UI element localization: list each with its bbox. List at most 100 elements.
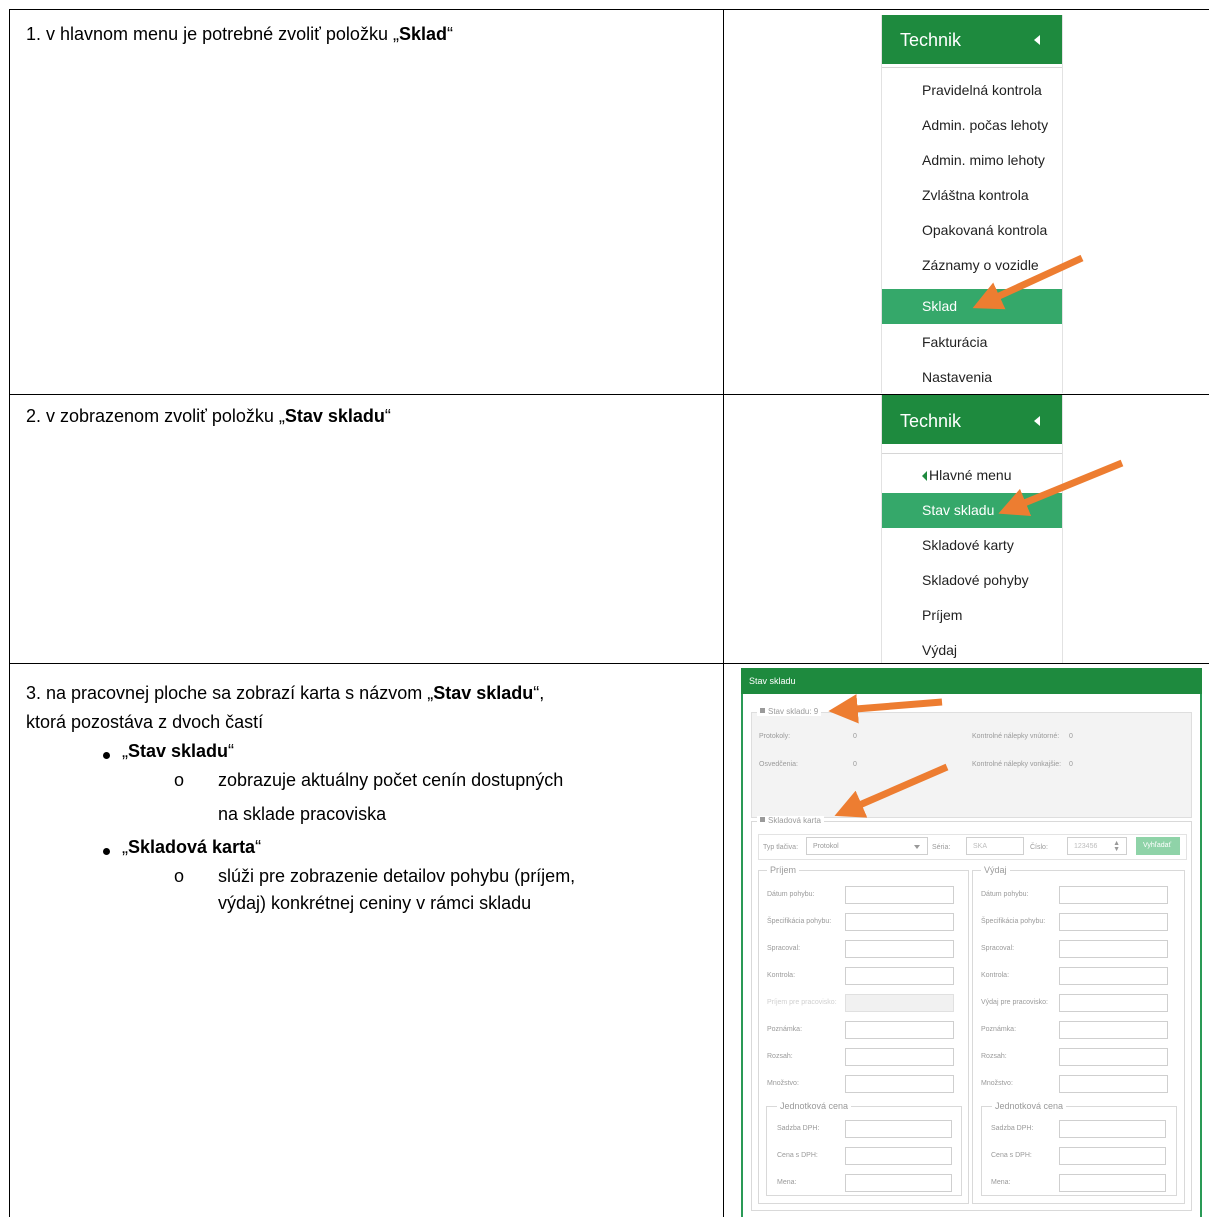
sub-bullet-text: na sklade pracoviska: [218, 804, 387, 824]
osvedcenia-value: 0: [853, 761, 857, 768]
main-menu-panel: Technik Pravidelná kontrola Admin. počas…: [881, 15, 1063, 393]
menu-item-hlavne-menu[interactable]: Hlavné menu: [882, 458, 1062, 493]
vydaj-kontrola-label: Kontrola:: [981, 972, 1010, 979]
typ-tlaciva-select[interactable]: Protokol: [806, 837, 928, 855]
vydaj-mena-label: Mena:: [991, 1179, 1011, 1186]
menu-item-admin-pocas-lehoty[interactable]: Admin. počas lehoty: [882, 108, 1062, 143]
menu-item-skladove-karty[interactable]: Skladové karty: [882, 528, 1062, 563]
bullet-icon: [103, 848, 110, 855]
menu-item-opakovana-kontrola[interactable]: Opakovaná kontrola: [882, 213, 1062, 248]
vydaj-cena-dph-input[interactable]: [1059, 1147, 1166, 1165]
nalepky-vnutorne-value: 0: [1069, 733, 1073, 740]
menu-divider: [882, 453, 1062, 454]
prijem-pracovisko-label: Príjem pre pracovisko:: [767, 999, 837, 1006]
menu-item-fakturacia[interactable]: Fakturácia: [882, 325, 1062, 360]
vydaj-kontrola-input[interactable]: [1059, 967, 1168, 985]
chevron-down-icon: [914, 845, 920, 849]
seria-input[interactable]: SKA: [966, 837, 1024, 855]
bullet-stav-skladu: „Stav skladu“: [122, 741, 235, 761]
vydaj-poznamka-input[interactable]: [1059, 1021, 1168, 1039]
collapse-arrow-icon[interactable]: [1034, 416, 1040, 426]
prijem-specifikacia-label: Špecifikácia pohybu:: [767, 918, 832, 925]
stav-skladu-legend[interactable]: Stav skladu: 9: [757, 707, 822, 716]
sub-bullet-text: zobrazuje aktuálny počet cenín dostupnýc…: [218, 770, 564, 790]
collapse-square-icon[interactable]: [760, 817, 765, 822]
prijem-poznamka-input[interactable]: [845, 1021, 954, 1039]
menu-title: Technik: [900, 411, 962, 431]
sub-bullet-text: výdaj) konkrétnej ceniny v rámci skladu: [218, 893, 532, 913]
bullet-skladova-karta: „Skladová karta“: [122, 837, 262, 857]
vydaj-mnozstvo-input[interactable]: [1059, 1075, 1168, 1093]
prijem-mnozstvo-label: Množstvo:: [767, 1080, 799, 1087]
vydaj-datum-input[interactable]: [1059, 886, 1168, 904]
table-border-top: [9, 9, 1209, 10]
prijem-cena-dph-label: Cena s DPH:: [777, 1152, 818, 1159]
nalepky-vnutorne-label: Kontrolné nálepky vnútorné:: [972, 733, 1060, 740]
menu-item-skladove-pohyby[interactable]: Skladové pohyby: [882, 563, 1062, 598]
prijem-mnozstvo-input[interactable]: [845, 1075, 954, 1093]
stepper-icon[interactable]: ▲ ▼: [1113, 840, 1120, 853]
prijem-poznamka-label: Poznámka:: [767, 1026, 803, 1033]
prijem-datum-input[interactable]: [845, 886, 954, 904]
stav-skladu-window: Stav skladu Stav skladu: 9 Protokoly: 0 …: [741, 668, 1202, 1217]
prijem-cena-dph-input[interactable]: [845, 1147, 952, 1165]
menu-header[interactable]: Technik: [882, 395, 1062, 444]
step-1-text: 1. v hlavnom menu je potrebné zvoliť pol…: [26, 24, 453, 44]
vydaj-pracovisko-input[interactable]: [1059, 994, 1168, 1012]
vydaj-cena-dph-label: Cena s DPH:: [991, 1152, 1032, 1159]
sub-bullet-icon: o: [174, 770, 185, 790]
prijem-kontrola-input[interactable]: [845, 967, 954, 985]
prijem-spracoval-input[interactable]: [845, 940, 954, 958]
menu-item-sklad[interactable]: Sklad: [882, 289, 1062, 324]
vydaj-datum-label: Dátum pohybu:: [981, 891, 1029, 898]
sub-bullet-text: slúži pre zobrazenie detailov pohybu (pr…: [218, 866, 576, 886]
step-3-text-line-2: ktorá pozostáva z dvoch častí: [26, 712, 264, 732]
vyhladat-button[interactable]: Vyhľadať: [1136, 837, 1180, 855]
vydaj-mnozstvo-label: Množstvo:: [981, 1080, 1013, 1087]
menu-item-nastavenia[interactable]: Nastavenia: [882, 360, 1062, 395]
vydaj-mena-input[interactable]: [1059, 1174, 1166, 1192]
vydaj-cena-legend: Jednotková cena: [992, 1101, 1067, 1111]
menu-header[interactable]: Technik: [882, 15, 1062, 64]
menu-item-zaznamy-o-vozidle[interactable]: Záznamy o vozidle: [882, 248, 1062, 283]
osvedcenia-label: Osvedčenia:: [759, 761, 798, 768]
prijem-rozsah-input[interactable]: [845, 1048, 954, 1066]
protokoly-label: Protokoly:: [759, 733, 791, 740]
menu-item-pravidelna-kontrola[interactable]: Pravidelná kontrola: [882, 73, 1062, 108]
vydaj-poznamka-label: Poznámka:: [981, 1026, 1017, 1033]
prijem-sadzba-input[interactable]: [845, 1120, 952, 1138]
prijem-kontrola-label: Kontrola:: [767, 972, 796, 979]
collapse-arrow-icon[interactable]: [1034, 35, 1040, 45]
prijem-specifikacia-input[interactable]: [845, 913, 954, 931]
skladova-karta-legend[interactable]: Skladová karta: [757, 816, 824, 825]
vydaj-spracoval-input[interactable]: [1059, 940, 1168, 958]
vydaj-rozsah-label: Rozsah:: [981, 1053, 1007, 1060]
vydaj-specifikacia-label: Špecifikácia pohybu:: [981, 918, 1046, 925]
menu-item-vydaj[interactable]: Výdaj: [882, 633, 1062, 668]
typ-tlaciva-label: Typ tlačiva:: [763, 844, 799, 851]
seria-label: Séria:: [932, 844, 951, 851]
warehouse-menu-panel: Technik Hlavné menu Stav skladu Skladové…: [881, 395, 1063, 663]
vydaj-sadzba-input[interactable]: [1059, 1120, 1166, 1138]
vydaj-specifikacia-input[interactable]: [1059, 913, 1168, 931]
menu-divider: [882, 67, 1062, 68]
vydaj-rozsah-input[interactable]: [1059, 1048, 1168, 1066]
menu-title: Technik: [900, 30, 962, 50]
step-2-text: 2. v zobrazenom zvoliť položku „Stav skl…: [26, 406, 391, 426]
prijem-pracovisko-input: [845, 994, 954, 1012]
step-3-text-line-1: 3. na pracovnej ploche sa zobrazí karta …: [26, 683, 545, 703]
window-title-bar: Stav skladu: [741, 668, 1202, 694]
vydaj-pracovisko-label: Výdaj pre pracovisko:: [981, 999, 1048, 1006]
prijem-cena-legend: Jednotková cena: [777, 1101, 852, 1111]
prijem-mena-input[interactable]: [845, 1174, 952, 1192]
menu-item-prijem[interactable]: Príjem: [882, 598, 1062, 633]
collapse-square-icon[interactable]: [760, 708, 765, 713]
menu-item-zvlastna-kontrola[interactable]: Zvláštna kontrola: [882, 178, 1062, 213]
cislo-label: Číslo:: [1030, 844, 1048, 851]
prijem-sadzba-label: Sadzba DPH:: [777, 1125, 820, 1132]
menu-item-stav-skladu[interactable]: Stav skladu: [882, 493, 1062, 528]
cislo-input[interactable]: 123456 ▲ ▼: [1067, 837, 1127, 855]
vydaj-legend: Výdaj: [981, 865, 1010, 875]
prijem-legend: Príjem: [767, 865, 800, 875]
menu-item-admin-mimo-lehoty[interactable]: Admin. mimo lehoty: [882, 143, 1062, 178]
